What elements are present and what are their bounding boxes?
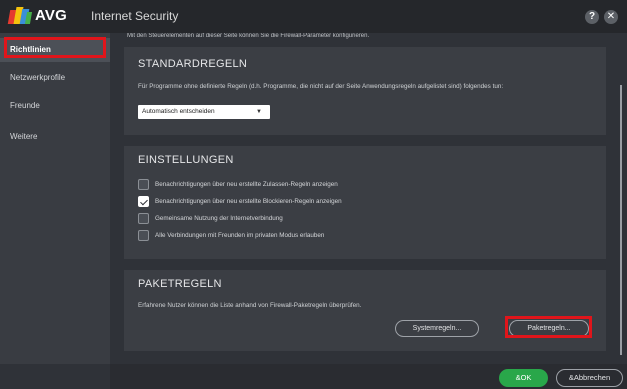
intro-text: Mit den Steuerelementen auf dieser Seite… <box>127 33 370 39</box>
standard-rules-panel: STANDARDREGELN Für Programme ohne defini… <box>124 47 606 135</box>
system-rules-button[interactable]: Systemregeln... <box>395 320 479 337</box>
checkbox[interactable] <box>138 213 149 224</box>
scrollbar[interactable] <box>620 85 622 355</box>
option-label: Alle Verbindungen mit Freunden im privat… <box>155 232 325 239</box>
packet-rules-panel: PAKETREGELN Erfahrene Nutzer können die … <box>124 270 606 351</box>
settings-panel: EINSTELLUNGEN Benachrichtigungen über ne… <box>124 146 606 259</box>
brand-name: AVG <box>35 7 67 24</box>
title-bar: AVG Internet Security ? ✕ <box>0 0 627 33</box>
sidebar-item-netzwerkprofile[interactable]: Netzwerkprofile <box>0 66 110 90</box>
cancel-button[interactable]: &Abbrechen <box>556 369 623 387</box>
ok-button[interactable]: &OK <box>499 369 548 387</box>
sidebar-item-freunde[interactable]: Freunde <box>0 94 110 118</box>
checkbox[interactable] <box>138 230 149 241</box>
checkbox-checked[interactable] <box>138 196 149 207</box>
avg-logo-icon <box>7 7 33 24</box>
default-action-select[interactable]: Automatisch entscheiden ▼ <box>138 105 270 119</box>
option-label: Benachrichtigungen über neu erstellte Bl… <box>155 198 342 205</box>
footer: &OK &Abbrechen <box>110 364 627 389</box>
chevron-down-icon: ▼ <box>256 109 262 115</box>
settings-title: EINSTELLUNGEN <box>138 154 234 166</box>
help-icon[interactable]: ? <box>585 10 599 24</box>
standard-rules-title: STANDARDREGELN <box>138 58 248 70</box>
option-connection-sharing[interactable]: Gemeinsame Nutzung der Internetverbindun… <box>138 213 283 224</box>
option-allow-notifications[interactable]: Benachrichtigungen über neu erstellte Zu… <box>138 179 338 190</box>
packet-rules-text: Erfahrene Nutzer können die Liste anhand… <box>138 302 362 309</box>
sidebar-item-weitere[interactable]: Weitere <box>0 125 110 149</box>
option-friends-private-mode[interactable]: Alle Verbindungen mit Freunden im privat… <box>138 230 324 241</box>
packet-rules-title: PAKETREGELN <box>138 278 222 290</box>
default-action-value: Automatisch entscheiden <box>142 108 215 115</box>
close-icon[interactable]: ✕ <box>604 10 618 24</box>
main-content: Mit den Steuerelementen auf dieser Seite… <box>110 33 627 364</box>
packet-rules-button[interactable]: Paketregeln... <box>509 320 589 337</box>
checkbox[interactable] <box>138 179 149 190</box>
option-block-notifications[interactable]: Benachrichtigungen über neu erstellte Bl… <box>138 196 342 207</box>
option-label: Gemeinsame Nutzung der Internetverbindun… <box>155 215 283 222</box>
app-logo: AVG <box>7 7 67 24</box>
sidebar: Richtlinien Netzwerkprofile Freunde Weit… <box>0 33 110 364</box>
sidebar-item-richtlinien[interactable]: Richtlinien <box>0 38 110 62</box>
product-name: Internet Security <box>91 9 179 23</box>
option-label: Benachrichtigungen über neu erstellte Zu… <box>155 181 338 188</box>
standard-rules-text: Für Programme ohne definierte Regeln (d.… <box>138 83 504 90</box>
